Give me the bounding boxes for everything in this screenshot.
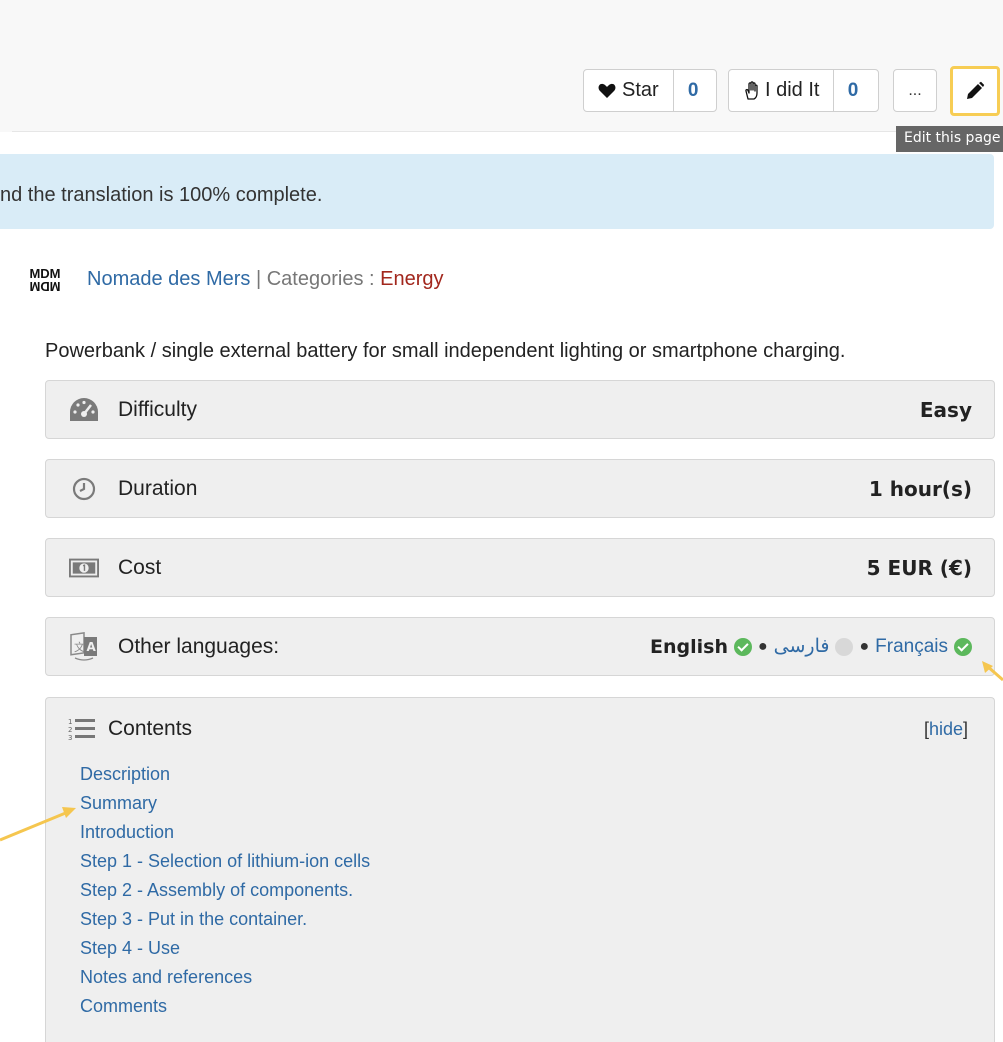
star-button[interactable]: Star 0 [583, 69, 717, 112]
star-label: Star [622, 79, 659, 101]
toc-item[interactable]: Description [80, 762, 370, 791]
check-circle-icon [733, 637, 752, 656]
cost-row: Cost 5 EUR (€) [45, 538, 995, 597]
toc-item[interactable]: Summary [80, 791, 370, 820]
svg-text:2: 2 [68, 726, 72, 734]
svg-text:A: A [87, 640, 97, 654]
toc-title: Contents [108, 717, 193, 740]
toc-item[interactable]: Step 1 - Selection of lithium-ion cells [80, 849, 370, 878]
languages-row: 文A Other languages: English ● فارسی ● Fr… [45, 617, 995, 676]
duration-row: Duration 1 hour(s) [45, 459, 995, 518]
toc-item[interactable]: Step 2 - Assembly of components. [80, 878, 370, 907]
edit-page-button[interactable] [950, 66, 1000, 116]
duration-value: 1 hour(s) [868, 476, 972, 501]
language-list: English ● فارسی ● Français [650, 635, 972, 658]
svg-text:MDM: MDM [29, 266, 60, 281]
languages-label: Other languages: [118, 634, 280, 658]
edit-tooltip: Edit this page [896, 126, 1003, 152]
cost-value: 5 EUR (€) [866, 555, 972, 580]
numbered-list-icon: 123 [68, 716, 96, 742]
toc-header: 123 Contents [hide] [68, 714, 968, 744]
svg-text:MDM: MDM [29, 279, 60, 294]
more-options-button[interactable]: ... [893, 69, 937, 112]
duration-label: Duration [118, 476, 198, 500]
toc-item[interactable]: Notes and references [80, 965, 370, 994]
banknote-icon [69, 553, 99, 583]
page-description: Powerbank / single external battery for … [45, 340, 846, 362]
author-link[interactable]: Nomade des Mers [87, 268, 250, 291]
cost-label: Cost [118, 555, 162, 579]
toc-item[interactable]: Comments [80, 994, 370, 1023]
did-it-count: 0 [833, 70, 871, 111]
toc-item[interactable]: Step 4 - Use [80, 936, 370, 965]
check-circle-icon [954, 637, 972, 656]
bullet-separator: ● [859, 637, 870, 655]
bullet-separator: ● [757, 637, 768, 655]
language-persian-link[interactable]: فارسی [774, 635, 830, 658]
toc-item[interactable]: Introduction [80, 820, 370, 849]
hide-link[interactable]: hide [929, 719, 963, 739]
incomplete-circle-icon [835, 637, 854, 656]
author-separator: | Categories : [255, 267, 375, 290]
pencil-icon [965, 81, 985, 101]
language-french-link[interactable]: Français [875, 636, 948, 658]
toolbar-divider [12, 131, 1003, 132]
author-logo[interactable]: MDM MDM [19, 261, 71, 297]
translation-notice: nd the translation is 100% complete. [0, 154, 994, 229]
author-line: MDM MDM Nomade des Mers | Categories : E… [19, 259, 444, 299]
toc-item[interactable]: Step 3 - Put in the container. [80, 907, 370, 936]
heart-icon [598, 83, 616, 99]
svg-text:文: 文 [74, 640, 85, 654]
notice-text: nd the translation is 100% complete. [0, 184, 323, 206]
difficulty-row: Difficulty Easy [45, 380, 995, 439]
clock-icon [69, 474, 99, 504]
table-of-contents: 123 Contents [hide] Description Summary … [45, 697, 995, 1042]
svg-text:1: 1 [68, 718, 72, 726]
star-count: 0 [672, 70, 713, 111]
did-it-label: I did It [765, 79, 820, 101]
toc-hide-toggle: [hide] [923, 718, 968, 739]
difficulty-value: Easy [919, 397, 972, 422]
svg-text:3: 3 [68, 734, 72, 742]
top-toolbar-band [0, 0, 1003, 132]
category-link[interactable]: Energy [380, 268, 443, 291]
language-english: English [650, 635, 728, 658]
difficulty-label: Difficulty [118, 397, 197, 421]
more-label: ... [908, 81, 922, 99]
categories-label: Categories : [266, 267, 375, 290]
translate-icon: 文A [69, 631, 99, 662]
gauge-icon [69, 395, 99, 425]
did-it-button[interactable]: I did It 0 [728, 69, 879, 112]
hand-icon [743, 80, 761, 101]
toc-list: Description Summary Introduction Step 1 … [80, 762, 370, 1023]
